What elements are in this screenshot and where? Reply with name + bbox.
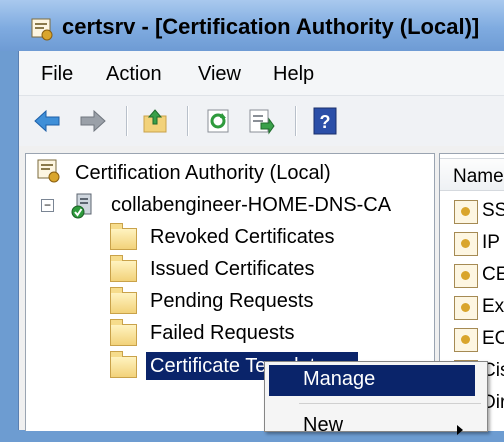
list-item-label: CE	[482, 264, 504, 285]
context-menu-item-new[interactable]: New	[265, 408, 487, 442]
list-item-label: SS	[482, 200, 504, 221]
back-icon[interactable]	[33, 106, 61, 136]
menu-view[interactable]: View	[198, 63, 241, 86]
certificate-template-icon	[454, 264, 478, 288]
toolbar-separator	[126, 106, 128, 136]
context-menu: Manage New	[264, 361, 488, 436]
column-header-label: Name	[453, 166, 504, 187]
toolbar-separator	[295, 106, 297, 136]
context-menu-label: New	[303, 414, 344, 436]
certificate-template-icon	[454, 200, 478, 224]
tree-item-ca-root[interactable]: Certification Authority (Local)	[75, 162, 331, 185]
list-item-label: EC	[482, 328, 504, 349]
toolbar-separator	[187, 106, 189, 136]
help-icon[interactable]: ?	[311, 106, 339, 136]
ca-server-icon	[71, 193, 92, 219]
menu-file[interactable]: File	[41, 63, 73, 86]
certificate-template-icon	[454, 296, 478, 320]
folder-icon	[110, 319, 137, 346]
list-item-label: IP	[482, 232, 500, 253]
column-header-name[interactable]: Name	[440, 158, 504, 191]
collapse-toggle[interactable]: −	[41, 199, 54, 212]
submenu-arrow-icon	[457, 425, 463, 435]
certificate-template-icon	[454, 232, 478, 256]
folder-icon	[110, 255, 137, 282]
refresh-icon[interactable]	[205, 106, 233, 136]
list-item-label: Ex	[482, 296, 504, 317]
tree-item-failed-requests[interactable]: Failed Requests	[150, 322, 295, 345]
window-title: certsrv - [Certification Authority (Loca…	[62, 14, 480, 39]
tree-item-revoked-certificates[interactable]: Revoked Certificates	[150, 226, 335, 249]
up-folder-icon[interactable]	[141, 106, 169, 136]
menu-bar: File Action View Help	[19, 51, 504, 96]
export-list-icon[interactable]	[247, 106, 275, 136]
context-menu-label: Manage	[303, 368, 376, 390]
context-menu-item-manage[interactable]: Manage	[265, 362, 487, 396]
certsrv-app-icon	[31, 18, 53, 41]
forward-icon[interactable]	[79, 106, 107, 136]
tree-item-ca[interactable]: collabengineer-HOME-DNS-CA	[111, 194, 391, 217]
tree-item-pending-requests[interactable]: Pending Requests	[150, 290, 313, 313]
menu-action[interactable]: Action	[106, 63, 162, 86]
ca-root-icon	[37, 159, 60, 183]
menu-separator	[299, 403, 481, 404]
certificate-template-icon	[454, 328, 478, 352]
menu-help[interactable]: Help	[273, 63, 314, 86]
folder-icon	[110, 287, 137, 314]
title-bar[interactable]: certsrv - [Certification Authority (Loca…	[0, 0, 504, 51]
folder-icon	[110, 351, 137, 378]
svg-text:?: ?	[320, 112, 331, 132]
toolbar: ?	[19, 96, 504, 146]
tree-item-issued-certificates[interactable]: Issued Certificates	[150, 258, 315, 281]
folder-icon	[110, 223, 137, 250]
